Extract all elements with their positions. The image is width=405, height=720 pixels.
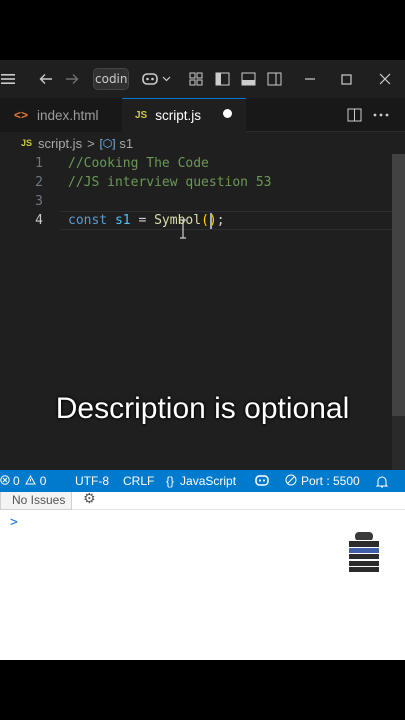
- close-icon[interactable]: [375, 60, 395, 98]
- code-semicolon: ;: [216, 213, 225, 228]
- error-icon: [0, 474, 10, 488]
- html-file-icon: <>: [14, 108, 29, 122]
- minimize-icon[interactable]: [300, 60, 320, 98]
- code-variable: s1: [114, 213, 131, 228]
- code-operator: =: [138, 213, 147, 228]
- symbol-variable-icon: [⬡]: [99, 137, 116, 150]
- line-number: 2: [35, 175, 43, 190]
- forward-arrow-icon[interactable]: [62, 60, 82, 98]
- live-server-port[interactable]: Port : 5500: [285, 470, 360, 492]
- video-letterbox-bottom: [0, 660, 405, 720]
- layout-customize-icon[interactable]: [187, 60, 205, 98]
- bell-icon[interactable]: [376, 470, 388, 492]
- toggle-secondary-sidebar-icon[interactable]: [264, 60, 284, 98]
- language-mode-status[interactable]: {} JavaScript: [166, 470, 236, 492]
- gear-icon[interactable]: ⚙: [83, 491, 96, 507]
- breadcrumb-symbol[interactable]: s1: [119, 136, 133, 151]
- split-editor-icon[interactable]: [347, 98, 362, 132]
- error-count: 0: [13, 474, 20, 488]
- encoding-status[interactable]: UTF-8: [75, 470, 109, 492]
- chevron-down-icon[interactable]: [160, 60, 172, 98]
- breadcrumb-separator: >: [87, 135, 95, 151]
- line-number: 4: [35, 213, 43, 228]
- toggle-panel-icon[interactable]: [238, 60, 258, 98]
- code-comment[interactable]: //JS interview question 53: [68, 173, 272, 192]
- line-number: 1: [35, 156, 43, 171]
- braces-icon: {}: [166, 474, 175, 488]
- code-statement[interactable]: const s1 = Symbol();: [68, 211, 225, 230]
- copilot-icon[interactable]: [140, 60, 160, 98]
- problems-status[interactable]: 0 0: [0, 470, 46, 492]
- code-paren-open: (: [201, 213, 209, 228]
- code-line[interactable]: 3: [0, 192, 405, 211]
- cooking-the-code-logo: [349, 532, 379, 572]
- toggle-sidebar-icon[interactable]: [212, 60, 232, 98]
- breadcrumb: JS script.js > [⬡] s1: [0, 132, 405, 154]
- code-function: Symbol: [154, 213, 202, 228]
- line-ending-status[interactable]: CRLF: [123, 470, 154, 492]
- warning-count: 0: [39, 474, 47, 488]
- warning-icon: [24, 474, 36, 488]
- language-label: JavaScript: [180, 474, 237, 488]
- bottom-panel: No Issues ⚙ >: [0, 491, 405, 660]
- menu-icon[interactable]: [0, 60, 16, 98]
- line-number: 3: [35, 194, 43, 209]
- js-file-icon: JS: [21, 138, 33, 148]
- code-line-current[interactable]: 4 const s1 = Symbol();: [0, 211, 405, 230]
- tab-label: script.js: [155, 108, 201, 123]
- code-keyword: const: [68, 213, 108, 228]
- title-bar: coding: [0, 60, 405, 98]
- maximize-icon[interactable]: [336, 60, 356, 98]
- breadcrumb-file[interactable]: script.js: [38, 136, 82, 151]
- editor-scrollbar-thumb[interactable]: [392, 154, 405, 416]
- ibeam-cursor-icon: [180, 219, 186, 239]
- back-arrow-icon[interactable]: [36, 60, 56, 98]
- text-cursor: [210, 213, 212, 229]
- copilot-status-icon[interactable]: [254, 470, 270, 492]
- code-line[interactable]: 1 //Cooking The Code: [0, 154, 405, 173]
- video-caption: Description is optional: [55, 392, 350, 425]
- command-center-search[interactable]: coding: [93, 68, 129, 90]
- status-bar: 0 0 UTF-8 CRLF {} JavaScript Port : 5500: [0, 470, 405, 492]
- more-actions-icon[interactable]: [373, 98, 389, 132]
- js-file-icon: JS: [135, 110, 148, 121]
- port-icon: [285, 474, 297, 489]
- port-label: Port : 5500: [301, 474, 360, 488]
- panel-toolbar: No Issues ⚙: [0, 491, 405, 510]
- unsaved-changes-dot[interactable]: [223, 109, 232, 118]
- issues-button[interactable]: No Issues: [0, 492, 72, 510]
- console-prompt[interactable]: >: [10, 515, 18, 530]
- editor-tab-bar: <> index.html JS script.js: [0, 98, 405, 132]
- tab-label: index.html: [37, 107, 99, 123]
- code-line[interactable]: 2 //JS interview question 53: [0, 173, 405, 192]
- code-comment[interactable]: //Cooking The Code: [68, 154, 209, 173]
- tab-index-html[interactable]: <> index.html: [0, 98, 122, 132]
